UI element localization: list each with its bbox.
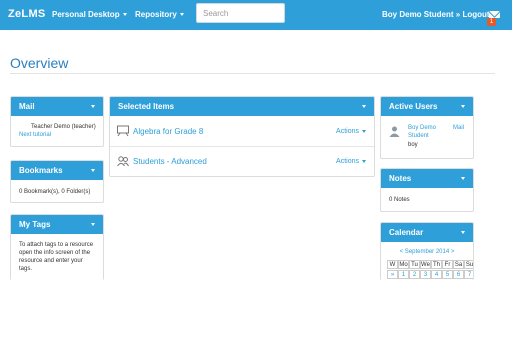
chevron-down-icon[interactable] <box>362 105 366 108</box>
mail-sender: Teacher Demo (teacher) <box>31 124 96 130</box>
active-user-name-line1: Boy Demo <box>408 125 437 131</box>
notes-panel-header[interactable]: Notes <box>381 169 473 188</box>
calendar-panel: Calendar < September 2014 > W Mo Tu We T… <box>380 222 474 280</box>
weekday-label: Fr <box>442 260 453 269</box>
calendar-day[interactable]: 6 <box>453 270 464 279</box>
active-users-header[interactable]: Active Users <box>381 97 473 116</box>
selected-items-header[interactable]: Selected Items <box>110 97 374 116</box>
user-logout-link[interactable]: Boy Demo Student » Logout <box>382 10 490 19</box>
notes-summary: 0 Notes <box>389 197 410 203</box>
mail-count-badge: 1 <box>487 18 496 26</box>
tags-help-text: To attach tags to a resource open the in… <box>19 242 94 272</box>
weekday-label: Mo <box>398 260 409 269</box>
chevron-down-icon[interactable] <box>461 105 465 108</box>
list-item: Algebra for Grade 8 Actions <box>110 116 374 147</box>
tags-panel-title: My Tags <box>19 220 51 229</box>
active-users-title: Active Users <box>389 102 438 111</box>
actions-label: Actions <box>336 127 359 135</box>
bookmarks-panel-title: Bookmarks <box>19 166 63 175</box>
notes-panel: Notes 0 Notes <box>380 168 474 212</box>
weekday-label: We <box>420 260 431 269</box>
mail-panel-title: Mail <box>19 102 35 111</box>
chevron-down-icon <box>362 129 366 133</box>
calendar-day[interactable]: 1 <box>398 270 409 279</box>
bookmarks-panel: Bookmarks 0 Bookmark(s), 0 Folder(s) <box>10 160 104 203</box>
group-icon <box>117 156 129 167</box>
search-input[interactable] <box>196 3 285 23</box>
active-user-name-line2: Student <box>408 133 429 139</box>
chevron-down-icon[interactable] <box>91 105 95 108</box>
calendar-day[interactable]: 4 <box>431 270 442 279</box>
tags-panel-header[interactable]: My Tags <box>11 215 103 234</box>
calendar-panel-title: Calendar <box>389 228 424 237</box>
chevron-down-icon <box>122 13 127 17</box>
selected-items-panel: Selected Items Algebra for Grade 8 Actio… <box>109 96 375 177</box>
selected-item-link[interactable]: Students - Advanced <box>133 157 207 166</box>
nav-personal-desktop-label: Personal Desktop <box>52 10 120 19</box>
mail-subject-link[interactable]: Next tutorial <box>19 131 103 139</box>
chevron-down-icon[interactable] <box>461 177 465 180</box>
weekday-label: Tu <box>409 260 420 269</box>
chevron-down-icon[interactable] <box>91 169 95 172</box>
calendar-week-link[interactable]: » <box>387 270 398 279</box>
page-title: Overview <box>10 55 69 71</box>
calendar-day[interactable]: 5 <box>442 270 453 279</box>
list-item: Students - Advanced Actions <box>110 146 374 176</box>
chevron-down-icon <box>179 13 184 17</box>
selected-items-title: Selected Items <box>118 102 175 111</box>
calendar-day[interactable]: 3 <box>420 270 431 279</box>
nav-repository-label: Repository <box>135 10 177 19</box>
brand-logo[interactable]: ZeLMS <box>8 8 46 20</box>
active-users-panel: Active Users Boy Demo Student boy Mail <box>380 96 474 159</box>
calendar-day[interactable]: 2 <box>409 270 420 279</box>
active-user-name[interactable]: Boy Demo Student <box>408 124 436 140</box>
calendar-month-nav[interactable]: < September 2014 > <box>381 249 473 255</box>
actions-dropdown[interactable]: Actions <box>336 128 366 135</box>
bookmarks-panel-header[interactable]: Bookmarks <box>11 161 103 180</box>
top-navbar: ZeLMS Personal Desktop Repository Boy De… <box>0 0 512 30</box>
nav-repository[interactable]: Repository <box>135 10 184 19</box>
bookmarks-summary: 0 Bookmark(s), 0 Folder(s) <box>19 189 91 195</box>
mail-icon[interactable] <box>489 11 500 18</box>
actions-dropdown[interactable]: Actions <box>336 158 366 165</box>
actions-label: Actions <box>336 157 359 165</box>
calendar-panel-header[interactable]: Calendar <box>381 223 473 242</box>
active-user-login: boy <box>408 142 418 148</box>
calendar-week-row: » 1 2 3 4 5 6 7 <box>387 270 473 279</box>
calendar-weekday-header: W Mo Tu We Th Fr Sa Su <box>387 260 474 269</box>
mail-panel-header[interactable]: Mail <box>11 97 103 116</box>
title-divider <box>10 73 495 74</box>
weekday-label: Sa <box>453 260 464 269</box>
chevron-down-icon <box>362 159 366 163</box>
weekday-label: Su <box>464 260 474 269</box>
notes-panel-title: Notes <box>389 174 412 183</box>
weekday-label: W <box>387 260 398 269</box>
mail-panel: Mail Teacher Demo (teacher) Next tutoria… <box>10 96 104 147</box>
tags-panel: My Tags To attach tags to a resource ope… <box>10 214 104 280</box>
course-icon <box>117 125 129 137</box>
weekday-label: Th <box>431 260 442 269</box>
calendar-day[interactable]: 7 <box>464 270 473 279</box>
user-avatar-icon <box>389 126 400 137</box>
active-user-mail-link[interactable]: Mail <box>453 124 464 132</box>
selected-item-link[interactable]: Algebra for Grade 8 <box>133 127 203 136</box>
chevron-down-icon[interactable] <box>91 223 95 226</box>
chevron-down-icon[interactable] <box>461 231 465 234</box>
nav-personal-desktop[interactable]: Personal Desktop <box>52 10 127 19</box>
